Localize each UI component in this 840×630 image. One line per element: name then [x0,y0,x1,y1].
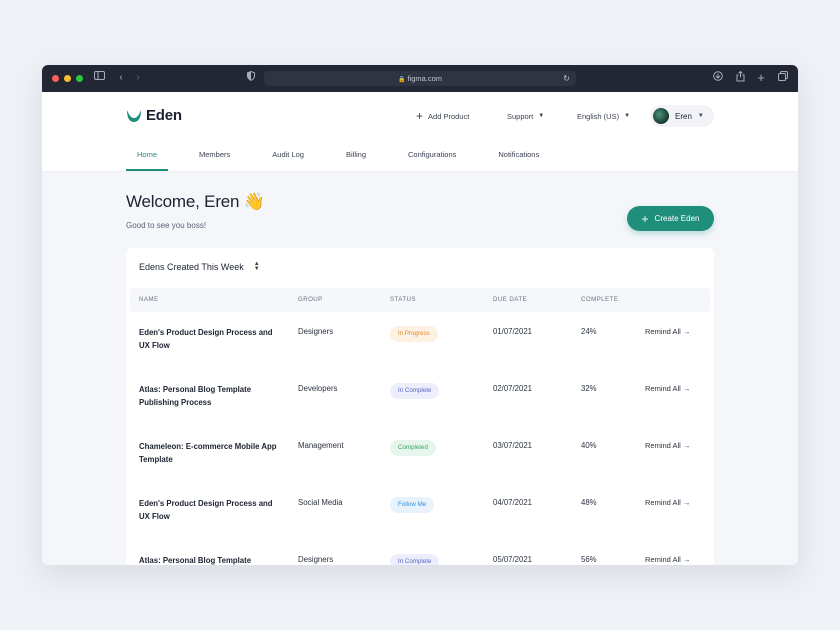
remind-all-link[interactable]: Remind All → [645,498,690,507]
add-product-label: Add Product [428,111,470,121]
reload-icon[interactable]: ↻ [563,71,570,86]
brand-name: Eden [146,107,182,124]
sidebar-toggle-icon[interactable] [92,71,106,85]
nav-tabs: Home Members Audit Log Billing Configura… [126,141,570,171]
edens-table-card: Edens Created This Week ▲ ▼ NAME GROUP ST… [126,248,714,565]
row-group: Management [298,441,344,450]
status-badge: In Complete [390,554,440,565]
create-eden-button[interactable]: + Create Eden [627,206,714,231]
tab-audit-log[interactable]: Audit Log [261,141,315,171]
table-header: NAME GROUP STATUS DUE DATE COMPLETE [130,288,710,312]
language-dropdown[interactable]: English (US) ▼ [577,109,630,123]
row-group: Designers [298,327,334,336]
row-complete: 32% [581,384,597,393]
sort-icon: ▲ ▼ [253,261,260,272]
table-title: Edens Created This Week [139,262,244,272]
row-group: Designers [298,555,334,564]
welcome-section: Welcome, Eren 👋 Good to see you boss! [126,192,265,230]
row-complete: 24% [581,327,597,336]
row-due-date: 05/07/2021 [493,555,533,564]
support-label: Support [507,111,534,121]
row-name[interactable]: Eden's Product Design Process and UX Flo… [139,498,279,523]
column-header-due-date[interactable]: DUE DATE [493,288,527,312]
tab-configurations[interactable]: Configurations [397,141,467,171]
shield-icon[interactable] [244,70,258,85]
row-name[interactable]: Chameleon: E-commerce Mobile App Templat… [139,441,279,466]
remind-all-link[interactable]: Remind All → [645,555,690,564]
status-badge: In Complete [390,383,440,399]
plus-icon: + [641,211,649,226]
forward-icon[interactable]: › [131,71,145,85]
table-row[interactable]: Atlas: Personal Blog Template Publishing… [126,371,714,428]
row-due-date: 02/07/2021 [493,384,533,393]
page-title: Welcome, Eren 👋 [126,192,265,211]
column-header-name[interactable]: NAME [139,288,158,312]
status-badge: Completed [390,440,436,456]
row-complete: 40% [581,441,597,450]
table-row[interactable]: Atlas: Personal Blog Template Designers In… [126,542,714,565]
remind-all-link[interactable]: Remind All → [645,327,690,336]
column-header-complete[interactable]: COMPLETE [581,288,618,312]
page-subtitle: Good to see you boss! [126,221,207,230]
table-row[interactable]: Eden's Product Design Process and UX Flo… [126,485,714,542]
create-eden-label: Create Eden [654,214,700,223]
tab-billing[interactable]: Billing [335,141,377,171]
row-name[interactable]: Atlas: Personal Blog Template [139,555,279,565]
table-row[interactable]: Eden's Product Design Process and UX Flo… [126,314,714,371]
app-header: Eden + Add Product Support ▼ English (US… [42,92,798,172]
browser-window: ‹ › 🔒 figma.com ↻ + Eden + Add Product S… [42,65,798,565]
row-complete: 48% [581,498,597,507]
remind-all-link[interactable]: Remind All → [645,441,690,450]
row-name[interactable]: Atlas: Personal Blog Template Publishing… [139,384,279,409]
tab-notifications[interactable]: Notifications [487,141,550,171]
row-group: Developers [298,384,338,393]
minimize-window-button[interactable] [64,75,71,82]
brand-logo[interactable]: Eden [126,107,182,124]
new-tab-icon[interactable]: + [754,71,768,85]
user-menu[interactable]: Eren ▼ [650,105,714,127]
back-icon[interactable]: ‹ [114,71,128,85]
row-due-date: 04/07/2021 [493,498,533,507]
address-bar[interactable]: 🔒 figma.com ↻ [264,71,576,86]
avatar [653,108,669,124]
row-complete: 56% [581,555,597,564]
lock-icon: 🔒 [397,77,406,83]
url-text: figma.com [407,74,443,83]
table-filter-dropdown[interactable]: Edens Created This Week ▲ ▼ [139,261,260,272]
browser-toolbar: ‹ › 🔒 figma.com ↻ + [42,65,798,92]
share-icon[interactable] [733,70,747,85]
add-product-button[interactable]: + Add Product [416,109,469,123]
status-badge: In Progress [390,326,438,342]
user-name: Eren [675,111,692,121]
row-due-date: 01/07/2021 [493,327,533,336]
status-badge: Follow Me [390,497,435,513]
caret-down-icon: ▼ [624,113,631,119]
plus-icon: + [416,109,424,123]
leaf-logo-icon [127,109,141,122]
row-group: Social Media [298,498,343,507]
row-name[interactable]: Eden's Product Design Process and UX Flo… [139,327,279,352]
language-label: English (US) [577,111,620,121]
table-row[interactable]: Chameleon: E-commerce Mobile App Templat… [126,428,714,485]
tab-home[interactable]: Home [126,141,169,171]
caret-down-icon: ▼ [697,113,704,119]
window-controls [52,75,83,82]
row-due-date: 03/07/2021 [493,441,533,450]
caret-down-icon: ▼ [538,113,545,119]
tab-members[interactable]: Members [188,141,241,171]
download-icon[interactable] [711,71,725,85]
support-dropdown[interactable]: Support ▼ [507,109,544,123]
column-header-group[interactable]: GROUP [298,288,323,312]
close-window-button[interactable] [52,75,59,82]
remind-all-link[interactable]: Remind All → [645,384,690,393]
tab-overview-icon[interactable] [776,71,790,85]
column-header-status[interactable]: STATUS [390,288,416,312]
maximize-window-button[interactable] [76,75,83,82]
